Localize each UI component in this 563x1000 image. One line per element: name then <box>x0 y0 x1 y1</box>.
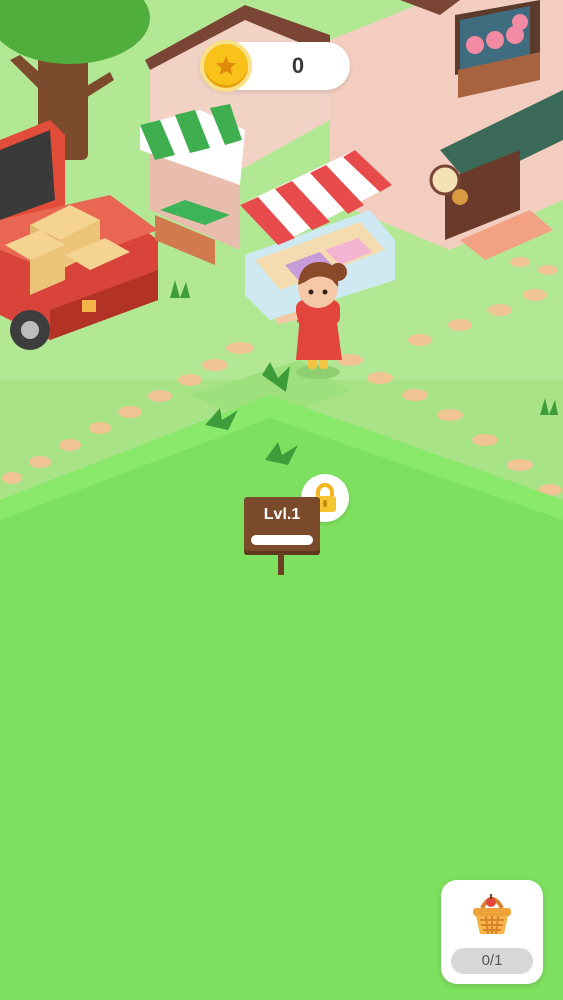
level-label: Lvl.1 <box>263 506 301 523</box>
star-coin-icon <box>200 40 252 92</box>
coin-counter: 0 <box>200 40 350 92</box>
sign-post <box>278 553 284 575</box>
basket-icon <box>473 894 511 935</box>
basket-capacity: 0/1 <box>451 948 533 974</box>
coin-count: 0 <box>291 53 305 78</box>
level-sign[interactable]: Lvl.1 <box>244 497 320 555</box>
level-progress-bar <box>251 535 313 545</box>
basket-button[interactable]: 0/1 <box>441 880 543 984</box>
